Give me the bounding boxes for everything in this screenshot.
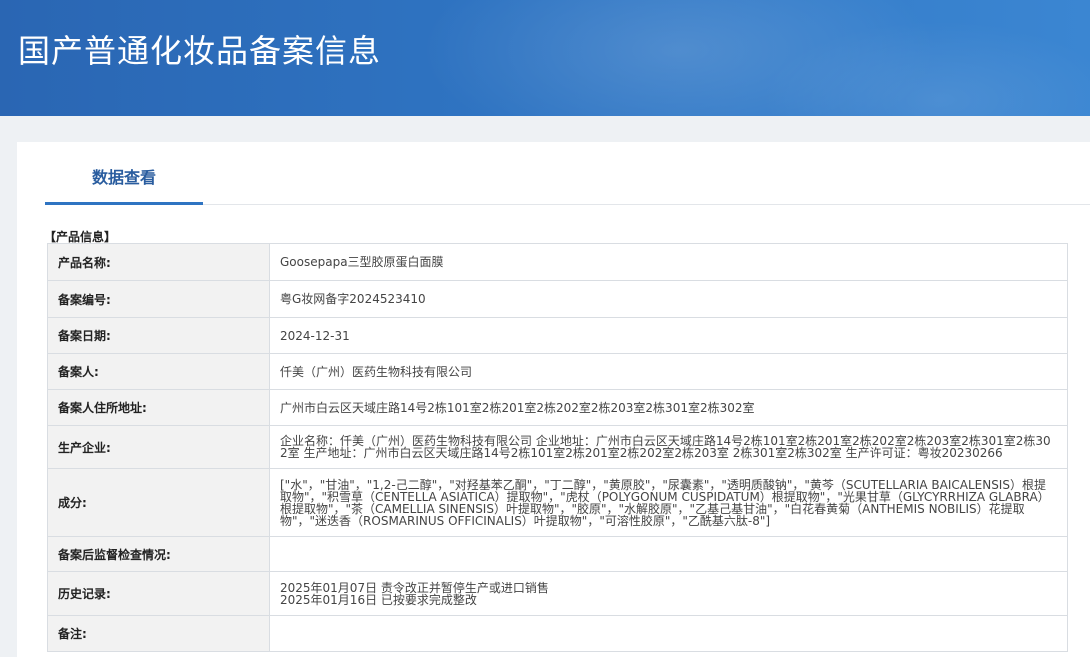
row-value-filing-number: 粤G妆网备字2024523410 xyxy=(269,280,1068,318)
table-row: 备案人: 仟美（广州）医药生物科技有限公司 xyxy=(47,353,1068,390)
row-value-filer: 仟美（广州）医药生物科技有限公司 xyxy=(269,353,1068,390)
row-value-product-name: Goosepapa三型胶原蛋白面膜 xyxy=(269,243,1068,281)
table-row: 备案日期: 2024-12-31 xyxy=(47,317,1068,354)
table-row: 成分: ["水"，"甘油"，"1,2-己二醇"，"对羟基苯乙酮"，"丁二醇"，"… xyxy=(47,468,1068,537)
row-value-filer-address: 广州市白云区天域庄路14号2栋101室2栋201室2栋202室2栋203室2栋3… xyxy=(269,389,1068,426)
row-label-filer: 备案人: xyxy=(47,353,270,390)
row-value-filing-date: 2024-12-31 xyxy=(269,317,1068,354)
table-row: 生产企业: 企业名称：仟美（广州）医药生物科技有限公司 企业地址：广州市白云区天… xyxy=(47,425,1068,469)
row-value-post-inspection xyxy=(269,536,1068,572)
tab-data-view[interactable]: 数据查看 xyxy=(45,142,203,205)
row-label-ingredients: 成分: xyxy=(47,468,270,537)
table-row: 历史记录: 2025年01月07日 责令改正并暂停生产或进口销售 2025年01… xyxy=(47,571,1068,616)
page-title: 国产普通化妆品备案信息 xyxy=(18,32,382,70)
row-label-remarks: 备注: xyxy=(47,615,270,652)
table-row: 备案编号: 粤G妆网备字2024523410 xyxy=(47,280,1068,318)
row-label-manufacturer: 生产企业: xyxy=(47,425,270,469)
content-panel: 数据查看 【产品信息】 产品名称: Goosepapa三型胶原蛋白面膜 备案编号… xyxy=(17,142,1090,657)
table-row: 备注: xyxy=(47,615,1068,652)
row-label-product-name: 产品名称: xyxy=(47,243,270,281)
tab-bar: 数据查看 xyxy=(45,142,1090,205)
row-value-history: 2025年01月07日 责令改正并暂停生产或进口销售 2025年01月16日 已… xyxy=(269,571,1068,616)
row-label-history: 历史记录: xyxy=(47,571,270,616)
row-label-post-inspection: 备案后监督检查情况: xyxy=(47,536,270,572)
row-label-filer-address: 备案人住所地址: xyxy=(47,389,270,426)
product-info-table: 产品名称: Goosepapa三型胶原蛋白面膜 备案编号: 粤G妆网备字2024… xyxy=(47,243,1068,652)
table-row: 备案人住所地址: 广州市白云区天域庄路14号2栋101室2栋201室2栋202室… xyxy=(47,389,1068,426)
header-banner: 国产普通化妆品备案信息 xyxy=(0,0,1090,116)
table-row: 备案后监督检查情况: xyxy=(47,536,1068,572)
table-row: 产品名称: Goosepapa三型胶原蛋白面膜 xyxy=(47,243,1068,281)
row-value-remarks xyxy=(269,615,1068,652)
row-label-filing-number: 备案编号: xyxy=(47,280,270,318)
row-label-filing-date: 备案日期: xyxy=(47,317,270,354)
row-value-manufacturer: 企业名称：仟美（广州）医药生物科技有限公司 企业地址：广州市白云区天域庄路14号… xyxy=(269,425,1068,469)
row-value-ingredients: ["水"，"甘油"，"1,2-己二醇"，"对羟基苯乙酮"，"丁二醇"，"黄原胶"… xyxy=(269,468,1068,537)
